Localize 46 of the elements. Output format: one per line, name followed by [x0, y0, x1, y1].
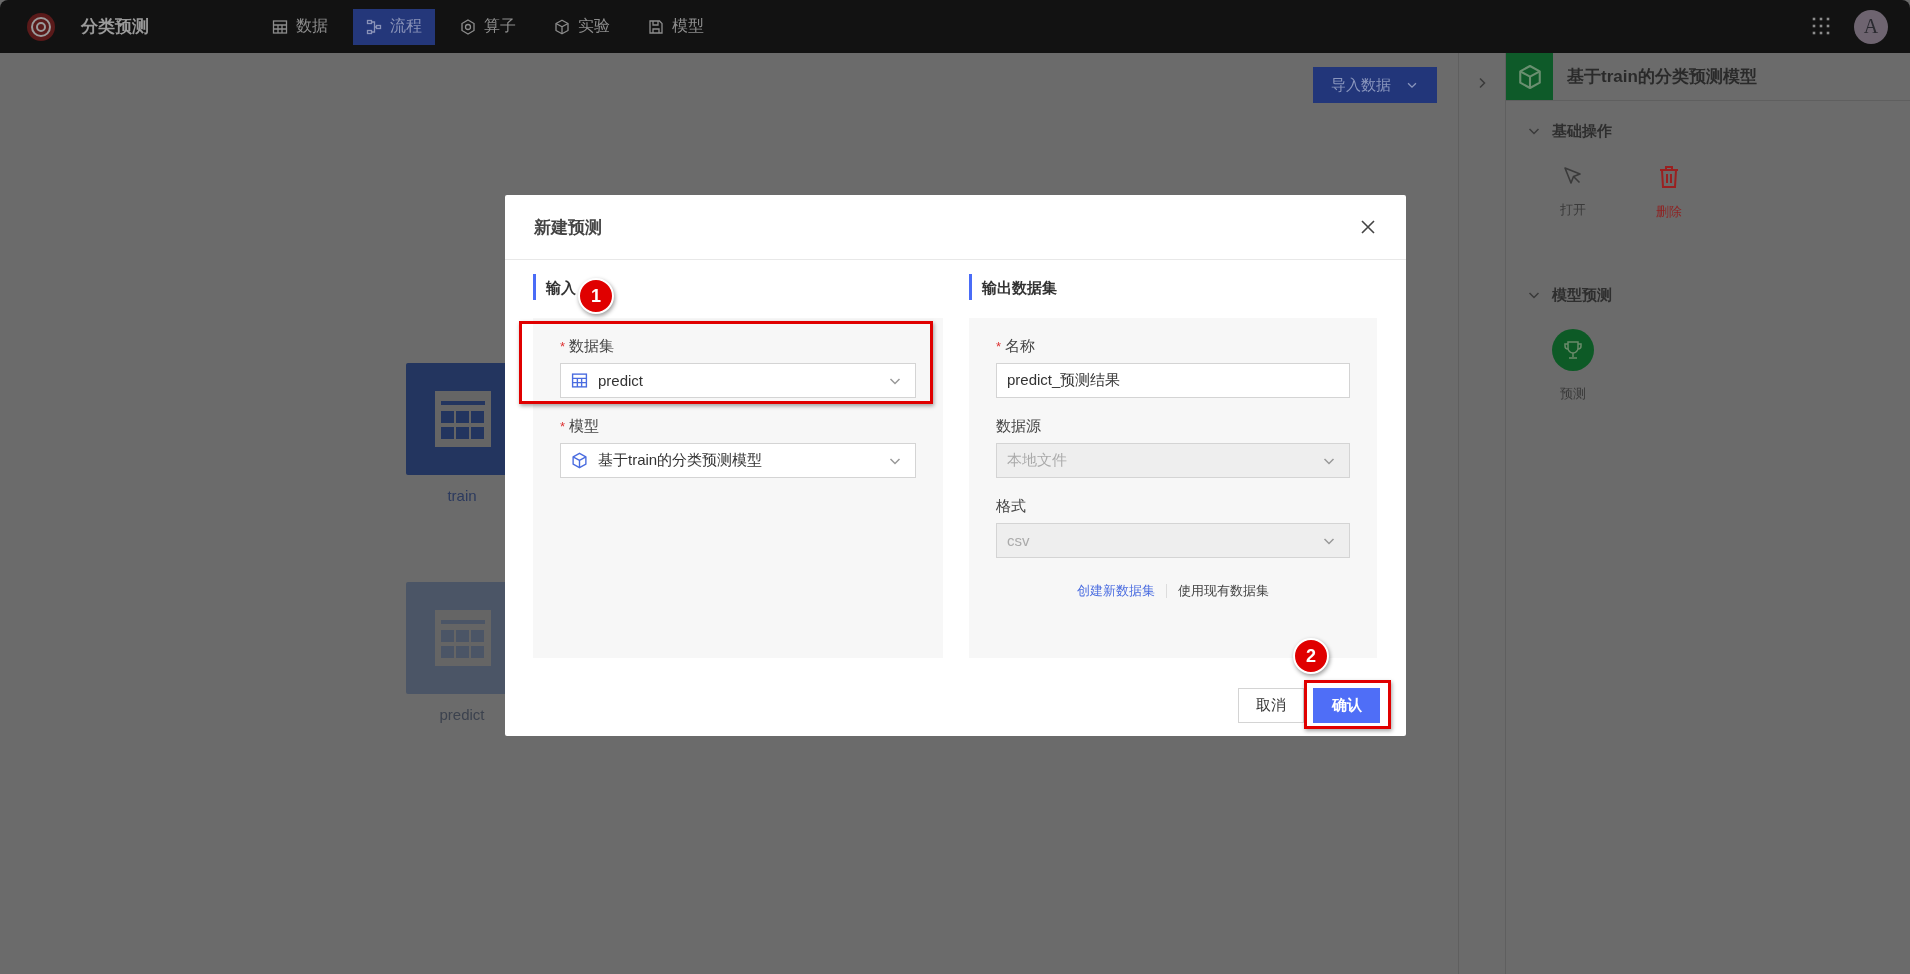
cancel-button[interactable]: 取消 [1238, 688, 1304, 723]
hexagon-icon [460, 18, 476, 35]
flow-icon [366, 18, 382, 35]
field-label: * 名称 [996, 336, 1037, 356]
nav-tab[interactable]: 流程 [353, 8, 435, 45]
cursor-icon [1562, 165, 1584, 187]
apps-grid-icon[interactable] [1812, 16, 1832, 37]
model-cube-icon [1506, 53, 1553, 100]
cube-icon [571, 452, 588, 469]
trophy-button-icon [1552, 329, 1594, 371]
nav-tab[interactable]: 实验 [541, 8, 623, 45]
section-heading: 输出数据集 [969, 274, 1377, 300]
dataset-node[interactable] [406, 582, 505, 694]
cube-icon [554, 18, 570, 35]
app-title: 分类预测 [81, 16, 149, 38]
field-label: * 数据集 [560, 336, 616, 356]
dataset-node[interactable] [406, 363, 505, 475]
section-title[interactable]: 模型预测 [1552, 285, 1612, 305]
confirm-button[interactable]: 确认 [1313, 688, 1380, 723]
dataset-mode-link[interactable]: 创建新数据集 [1077, 582, 1155, 600]
nav-tab[interactable]: 模型 [635, 8, 717, 45]
table-icon [571, 372, 588, 389]
select-field[interactable]: 基于train的分类预测模型 [560, 443, 916, 478]
field-label: 格式 [996, 496, 1027, 516]
step-badge: 2 [1293, 638, 1329, 674]
save-icon [648, 18, 664, 35]
trash-icon [1658, 165, 1680, 189]
nav-tab[interactable]: 数据 [259, 8, 341, 45]
import-data-button[interactable]: 导入数据 [1313, 67, 1437, 103]
panel-title: 基于train的分类预测模型 [1567, 66, 1757, 88]
logo-icon [26, 11, 56, 42]
dataset-mode-link[interactable]: 使用现有数据集 [1178, 582, 1269, 600]
table-icon [272, 18, 288, 35]
field-label: 数据源 [996, 416, 1042, 436]
name-input[interactable]: predict_预测结果 [996, 363, 1350, 398]
node-label: train [447, 487, 477, 504]
select-field[interactable]: predict [560, 363, 916, 398]
nav-tab[interactable]: 算子 [447, 8, 529, 45]
table-icon [435, 391, 491, 447]
step-badge: 1 [578, 278, 614, 314]
field-label: * 模型 [560, 416, 601, 436]
close-icon[interactable] [1360, 219, 1376, 235]
table-icon [435, 610, 491, 666]
user-avatar[interactable]: A [1854, 9, 1888, 44]
section-title[interactable]: 基础操作 [1552, 121, 1612, 141]
dialog-title: 新建预测 [534, 216, 602, 239]
